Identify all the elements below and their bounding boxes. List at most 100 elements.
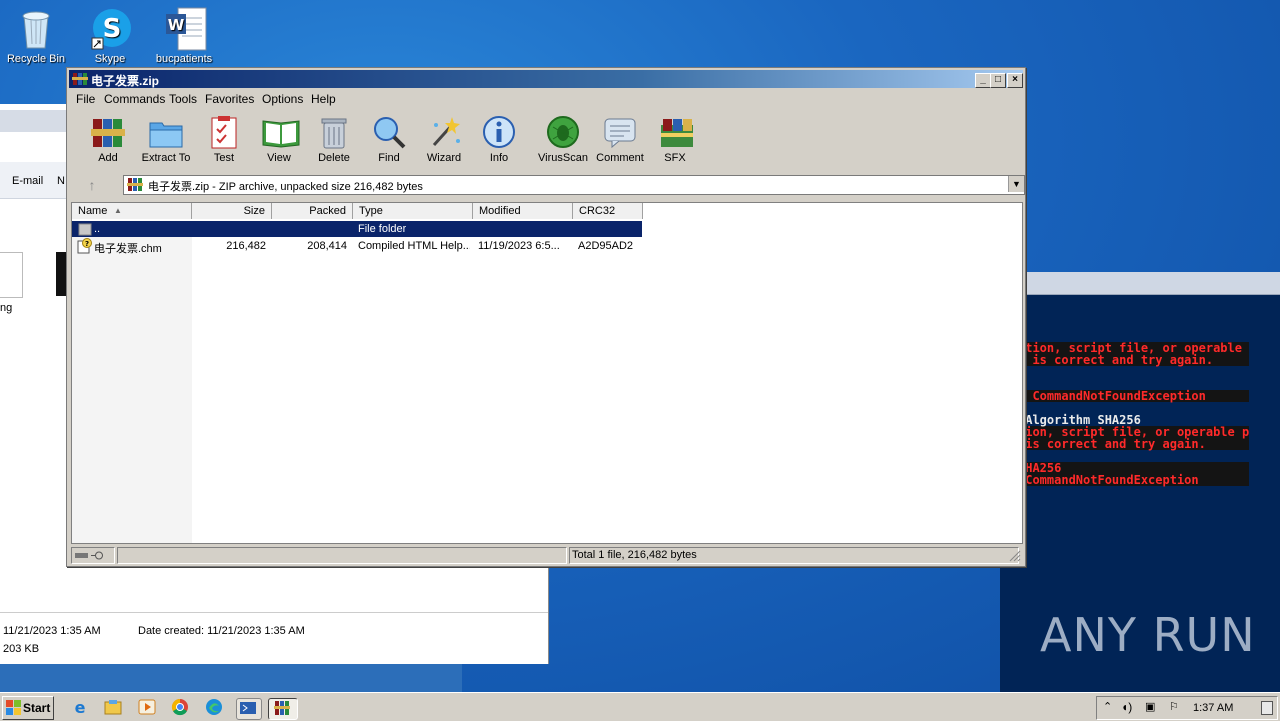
wizard-button[interactable]: Wizard bbox=[415, 113, 473, 164]
svg-text:W: W bbox=[168, 16, 185, 34]
menu-favorites[interactable]: Favorites bbox=[205, 92, 254, 106]
column-type[interactable]: Type bbox=[353, 203, 473, 219]
virusscan-icon bbox=[545, 115, 581, 149]
network-icon[interactable]: ▣ bbox=[1145, 700, 1155, 713]
menu-help[interactable]: Help bbox=[311, 92, 336, 106]
drive-key-icon bbox=[75, 551, 103, 560]
cell-modified: 11/19/2023 6:5... bbox=[478, 240, 560, 252]
winrar-taskbar-button[interactable] bbox=[268, 698, 298, 720]
start-button[interactable]: Start bbox=[2, 696, 54, 720]
desktop-icon-label: bucpatients bbox=[155, 53, 213, 65]
status-drive-panel[interactable] bbox=[71, 547, 115, 564]
info-button[interactable]: Info bbox=[470, 113, 528, 164]
sfx-icon bbox=[657, 115, 693, 149]
menu-bar: File Commands Tools Favorites Options He… bbox=[69, 89, 1023, 108]
chrome-icon[interactable] bbox=[170, 698, 190, 716]
column-size[interactable]: Size bbox=[192, 203, 272, 219]
column-modified[interactable]: Modified bbox=[473, 203, 573, 219]
extract-to-icon bbox=[148, 115, 184, 149]
column-packed[interactable]: Packed bbox=[272, 203, 353, 219]
file-explorer-icon[interactable] bbox=[103, 698, 123, 716]
word-document-icon: W bbox=[164, 6, 207, 51]
menu-tools[interactable]: Tools bbox=[169, 92, 197, 106]
virusscan-button[interactable]: VirusScan bbox=[534, 113, 592, 164]
archive-path: 电子发票.zip - ZIP archive, unpacked size 21… bbox=[148, 181, 423, 193]
internet-explorer-icon[interactable]: e bbox=[70, 698, 90, 717]
file-thumbnail[interactable] bbox=[0, 252, 23, 298]
column-crc32[interactable]: CRC32 bbox=[573, 203, 643, 219]
anyrun-watermark: ANY RUN bbox=[1040, 608, 1256, 662]
delete-button[interactable]: Delete bbox=[305, 113, 363, 164]
action-center-flag-icon[interactable]: ⚐ bbox=[1169, 700, 1179, 713]
find-button[interactable]: Find bbox=[360, 113, 418, 164]
cell-packed: 208,414 bbox=[307, 240, 347, 252]
media-player-icon[interactable] bbox=[137, 698, 157, 716]
menu-file[interactable]: File bbox=[76, 92, 95, 106]
powershell-titlebar[interactable] bbox=[1000, 272, 1280, 295]
add-button[interactable]: Add bbox=[79, 113, 137, 164]
sfx-label: SFX bbox=[664, 152, 686, 164]
status-selection-panel bbox=[117, 547, 567, 564]
clock[interactable]: 1:37 AM bbox=[1193, 702, 1233, 714]
find-icon bbox=[371, 115, 407, 149]
start-label: Start bbox=[23, 701, 51, 715]
wizard-icon bbox=[426, 115, 462, 149]
comment-button[interactable]: Comment bbox=[591, 113, 649, 164]
test-icon bbox=[206, 115, 242, 149]
maximize-button[interactable]: □ bbox=[990, 73, 1006, 88]
cell-type: Compiled HTML Help... bbox=[358, 240, 470, 252]
table-row[interactable]: ? 电子发票.chm 216,482 208,414 Compiled HTML… bbox=[72, 238, 642, 255]
sfx-button[interactable]: SFX bbox=[646, 113, 704, 164]
file-list[interactable]: Name ▲ Size Packed Type Modified CRC32 .… bbox=[71, 202, 1023, 544]
desktop: Recycle Bin S Skype W bucpatients pction… bbox=[0, 0, 1280, 692]
file-label-fragment[interactable]: ng bbox=[0, 302, 12, 314]
menu-options[interactable]: Options bbox=[262, 92, 303, 106]
winrar-titlebar[interactable]: 电子发票.zip _ □ × bbox=[69, 70, 1023, 88]
close-button[interactable]: × bbox=[1007, 73, 1023, 88]
folder-up-icon bbox=[78, 223, 92, 236]
toolbar: Add Extract To Test View Delete Find Wiz… bbox=[73, 111, 1021, 171]
show-hidden-icons-icon[interactable]: ⌃ bbox=[1103, 700, 1112, 713]
up-arrow-icon[interactable]: ↑ bbox=[77, 177, 107, 193]
new-folder-button[interactable]: N bbox=[57, 175, 65, 187]
winrar-window[interactable]: 电子发票.zip _ □ × File Commands Tools Favor… bbox=[66, 67, 1026, 567]
powershell-taskbar-button[interactable] bbox=[236, 698, 262, 720]
desktop-icon-recycle-bin[interactable]: Recycle Bin bbox=[0, 6, 72, 65]
column-name[interactable]: Name ▲ bbox=[72, 203, 192, 219]
desktop-wallpaper-strip bbox=[0, 664, 462, 692]
powershell-line: CommandNotFoundException bbox=[1018, 474, 1250, 486]
view-button[interactable]: View bbox=[250, 113, 308, 164]
test-button[interactable]: Test bbox=[195, 113, 253, 164]
info-icon bbox=[481, 115, 517, 149]
extract-to-button[interactable]: Extract To bbox=[137, 113, 195, 164]
detail-modified: 11/21/2023 1:35 AM bbox=[3, 625, 101, 637]
desktop-icon-label: Recycle Bin bbox=[6, 53, 66, 65]
address-bar: ↑ 电子发票.zip - ZIP archive, unpacked size … bbox=[73, 173, 1025, 195]
svg-text:e: e bbox=[75, 698, 86, 716]
volume-icon[interactable]: ◖) bbox=[1121, 700, 1132, 714]
archive-icon bbox=[127, 178, 143, 191]
menu-commands[interactable]: Commands bbox=[104, 92, 165, 106]
edge-icon[interactable] bbox=[204, 698, 224, 716]
file-thumbnail-dark[interactable] bbox=[56, 252, 66, 296]
test-label: Test bbox=[213, 152, 235, 164]
comment-icon bbox=[602, 115, 638, 149]
show-desktop-icon[interactable] bbox=[1261, 701, 1273, 715]
chevron-down-icon[interactable]: ▼ bbox=[1008, 176, 1024, 192]
list-left-shade bbox=[72, 221, 192, 543]
view-label: View bbox=[267, 152, 291, 164]
delete-icon bbox=[316, 115, 352, 149]
powershell-line: is correct and try again. bbox=[1018, 438, 1250, 450]
email-button[interactable]: E-mail bbox=[12, 175, 43, 187]
delete-label: Delete bbox=[318, 152, 350, 164]
desktop-icon-bucpatients[interactable]: W bucpatients bbox=[148, 6, 220, 65]
resize-grip-icon[interactable] bbox=[1009, 550, 1021, 562]
add-icon bbox=[90, 115, 126, 149]
path-combobox[interactable]: 电子发票.zip - ZIP archive, unpacked size 21… bbox=[123, 175, 1025, 195]
status-total-text: Total 1 file, 216,482 bytes bbox=[572, 549, 697, 561]
table-row[interactable]: .. File folder bbox=[72, 221, 642, 237]
desktop-icon-skype[interactable]: S Skype bbox=[74, 6, 146, 65]
powershell-line: , CommandNotFoundException bbox=[1018, 390, 1250, 402]
cell-crc32: A2D95AD2 bbox=[578, 240, 634, 252]
minimize-button[interactable]: _ bbox=[975, 73, 991, 88]
